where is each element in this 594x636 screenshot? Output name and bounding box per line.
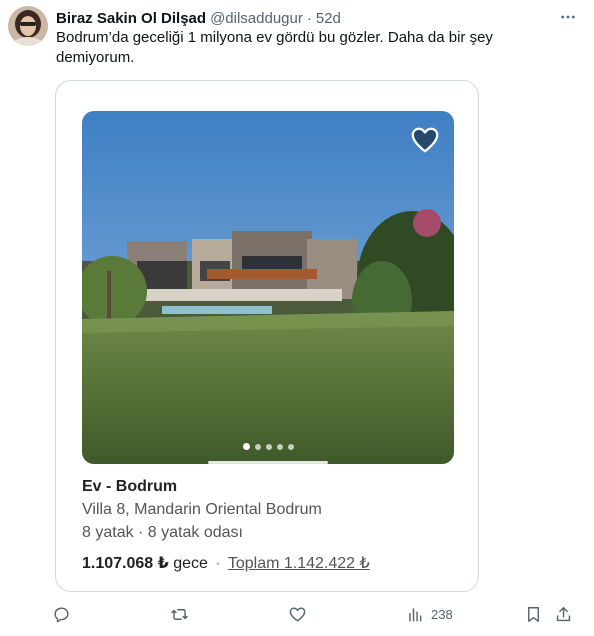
reply-icon[interactable] bbox=[52, 602, 71, 626]
views-count: 238 bbox=[431, 606, 453, 622]
tweet-header: Biraz Sakin Ol Dilşad @dilsaddugur · 52d bbox=[56, 8, 574, 28]
views-button[interactable]: 238 bbox=[406, 602, 453, 626]
carousel-dots[interactable] bbox=[82, 443, 454, 450]
author-name[interactable]: Biraz Sakin Ol Dilşad bbox=[56, 10, 206, 27]
tweet-time[interactable]: 52d bbox=[316, 10, 341, 27]
avatar[interactable] bbox=[8, 6, 48, 46]
carousel-dot[interactable] bbox=[287, 443, 294, 450]
action-bar: 238 bbox=[52, 602, 582, 626]
header-separator: · bbox=[306, 9, 312, 27]
price-unit: gece bbox=[173, 555, 208, 572]
villa-photo-image bbox=[82, 111, 454, 464]
listing-card[interactable]: Ev - Bodrum Villa 8, Mandarin Oriental B… bbox=[55, 80, 479, 592]
views-icon bbox=[409, 607, 422, 622]
listing-photo[interactable] bbox=[82, 111, 454, 464]
carousel-scrollbar[interactable] bbox=[208, 461, 328, 464]
tweet-text: Bodrum’da geceliği 1 milyona ev gördü bu… bbox=[56, 29, 493, 66]
more-icon[interactable] bbox=[556, 5, 580, 29]
listing-subtitle: Villa 8, Mandarin Oriental Bodrum bbox=[82, 501, 322, 518]
heart-icon[interactable] bbox=[410, 125, 440, 155]
price-separator: · bbox=[215, 555, 221, 572]
total-price-link[interactable]: Toplam 1.142.422 ₺ bbox=[228, 555, 370, 572]
bookmark-icon[interactable] bbox=[524, 602, 543, 626]
retweet-icon[interactable] bbox=[170, 602, 189, 626]
carousel-dot[interactable] bbox=[254, 443, 261, 450]
nightly-price: 1.107.068 ₺ bbox=[82, 555, 169, 572]
like-icon[interactable] bbox=[288, 602, 307, 626]
carousel-dot[interactable] bbox=[265, 443, 272, 450]
share-icon[interactable] bbox=[554, 602, 573, 626]
carousel-dot[interactable] bbox=[276, 443, 283, 450]
author-handle[interactable]: @dilsaddugur bbox=[210, 10, 303, 27]
carousel-dot[interactable] bbox=[242, 443, 250, 450]
price-line: 1.107.068 ₺ gece · Toplam 1.142.422 ₺ bbox=[82, 553, 370, 573]
listing-title: Ev - Bodrum bbox=[82, 478, 178, 495]
listing-beds: 8 yatak · 8 yatak odası bbox=[82, 524, 243, 541]
